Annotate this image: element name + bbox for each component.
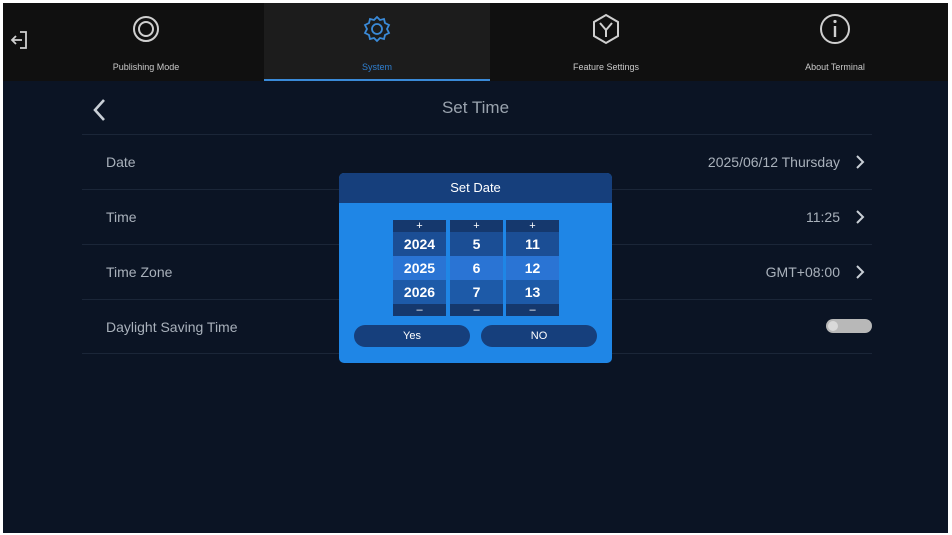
- page-title: Set Time: [441, 98, 510, 117]
- toggle-knob: [828, 321, 838, 331]
- feature-settings-icon: [593, 13, 619, 45]
- top-navigation: Publishing Mode System Feature Settings: [3, 3, 948, 81]
- year-increment-button[interactable]: +: [393, 220, 446, 232]
- year-next: 2026: [393, 280, 446, 304]
- year-prev: 2024: [403, 236, 436, 252]
- row-value: GMT+08:00: [765, 264, 840, 280]
- publishing-mode-icon: [133, 16, 159, 42]
- day-selected: 12: [506, 256, 559, 280]
- year-picker[interactable]: + 2024 2025 2026 –: [393, 220, 446, 316]
- row-label: Daylight Saving Time: [106, 319, 238, 335]
- tab-label: Feature Settings: [572, 62, 640, 72]
- day-prev: 11: [525, 236, 540, 252]
- month-selected: 6: [450, 256, 503, 280]
- day-increment-button[interactable]: +: [506, 220, 559, 232]
- tab-label: Publishing Mode: [112, 62, 180, 72]
- day-decrement-button[interactable]: –: [506, 304, 559, 316]
- info-icon: [820, 14, 850, 44]
- month-picker[interactable]: + 5 6 7 –: [450, 220, 503, 316]
- tab-publishing-mode[interactable]: Publishing Mode: [33, 3, 259, 81]
- tab-label: System: [361, 62, 392, 72]
- chevron-right-icon: [856, 155, 865, 169]
- month-prev: 5: [472, 236, 481, 252]
- month-increment-button[interactable]: +: [450, 220, 503, 232]
- daylight-saving-toggle[interactable]: [826, 319, 872, 333]
- active-tab-indicator: [264, 79, 490, 81]
- day-picker[interactable]: + 11 12 13 –: [506, 220, 559, 316]
- no-button[interactable]: NO: [481, 325, 597, 347]
- chevron-right-icon: [856, 265, 865, 279]
- row-label: Time Zone: [106, 264, 173, 280]
- year-decrement-button[interactable]: –: [393, 304, 446, 316]
- row-value: 11:25: [806, 209, 840, 225]
- tab-system[interactable]: System: [264, 3, 490, 81]
- month-next: 7: [450, 280, 503, 304]
- yes-button[interactable]: Yes: [354, 325, 470, 347]
- row-value: 2025/06/12 Thursday: [707, 154, 840, 170]
- tab-about-terminal[interactable]: About Terminal: [722, 3, 948, 81]
- exit-icon[interactable]: [9, 29, 31, 51]
- row-label: Date: [106, 154, 136, 170]
- row-label: Time: [106, 209, 137, 225]
- dialog-title: Set Date: [339, 173, 612, 203]
- month-decrement-button[interactable]: –: [450, 304, 503, 316]
- gear-icon: [363, 15, 391, 43]
- year-selected: 2025: [393, 256, 446, 280]
- set-date-dialog: Set Date + 2024 2025 2026 – + 5 6 7 – + …: [339, 173, 612, 363]
- chevron-right-icon: [856, 210, 865, 224]
- tab-label: About Terminal: [805, 62, 865, 72]
- screen: Publishing Mode System Feature Settings: [3, 3, 948, 533]
- tab-feature-settings[interactable]: Feature Settings: [493, 3, 719, 81]
- day-next: 13: [506, 280, 559, 304]
